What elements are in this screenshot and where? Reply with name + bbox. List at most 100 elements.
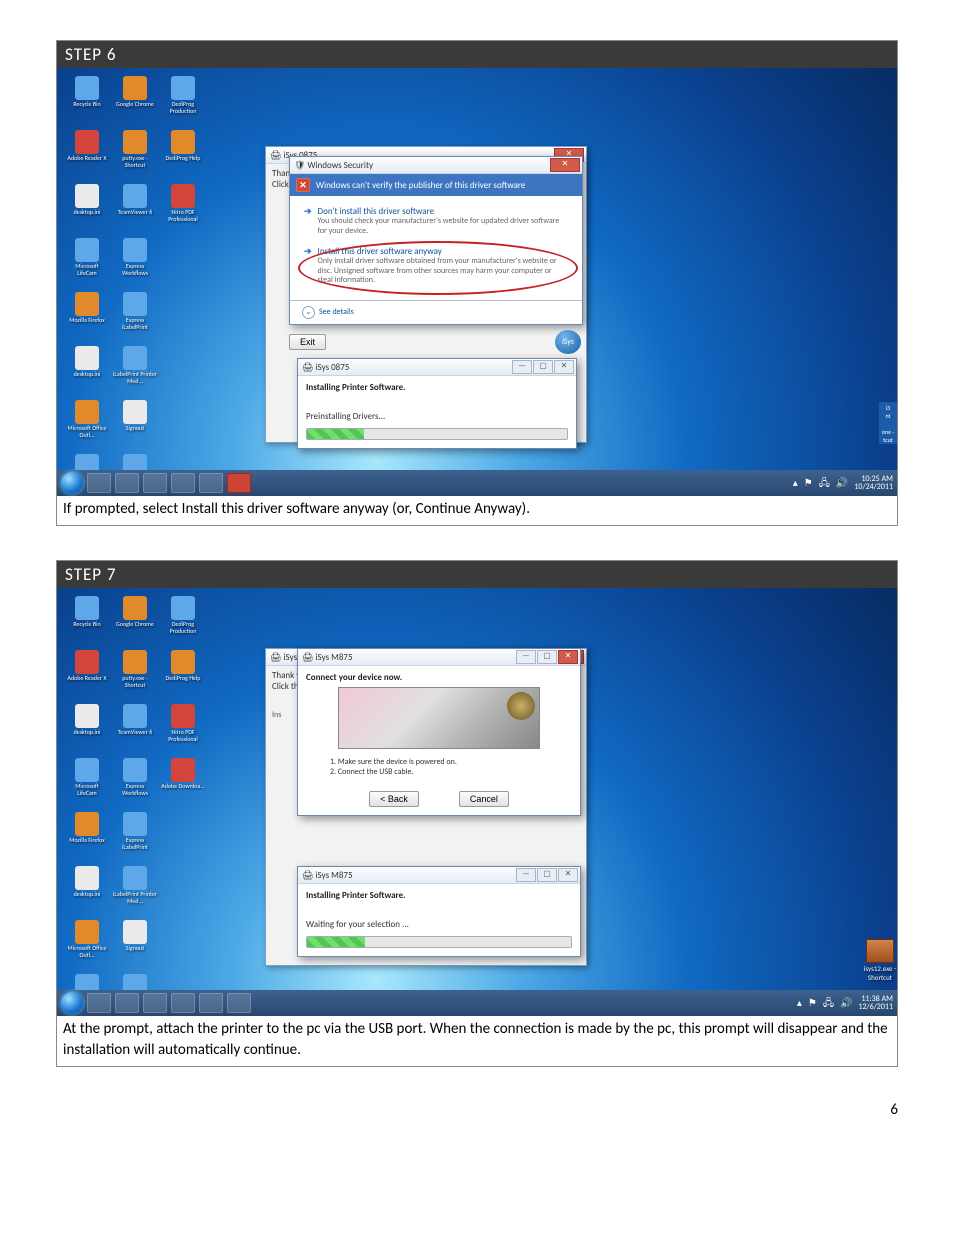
shield-small-icon: 🛡 (294, 160, 305, 171)
maximize-button[interactable]: ▢ (537, 868, 557, 882)
tray-up-icon[interactable]: ▴ (793, 478, 798, 488)
desktop-icon[interactable]: DediProg Help (161, 650, 205, 700)
desktop-icon[interactable]: Google Chrome (113, 76, 157, 126)
desktop-icon[interactable]: Adobe Reader X (65, 130, 109, 180)
desktop-icon[interactable]: Express iLabelPrint (113, 292, 157, 342)
taskbar-item[interactable] (115, 993, 139, 1013)
taskbar-item[interactable] (171, 473, 195, 493)
taskbar-item[interactable] (115, 473, 139, 493)
printer-icon: 🖨 (270, 150, 281, 161)
desktop-icon[interactable]: Express Workflows (113, 238, 157, 288)
security-option-dont-install[interactable]: ➔ Don't install this driver software You… (304, 206, 568, 236)
desktop-icon[interactable]: Express Workflows (113, 758, 157, 808)
minimize-button[interactable]: — (516, 650, 536, 664)
back-button[interactable]: < Back (369, 791, 419, 807)
flag-icon[interactable]: ⚑ (804, 478, 813, 488)
ilabelprint-icon (123, 812, 147, 836)
desktop-icon[interactable]: Recycle Bin (65, 596, 109, 646)
exit-button[interactable]: Exit (289, 334, 326, 350)
taskbar-clock[interactable]: 10:25 AM 10/24/2011 (854, 475, 893, 491)
desktop-icon[interactable]: Signout (113, 400, 157, 450)
taskbar-item[interactable] (199, 473, 223, 493)
security-titlebar[interactable]: 🛡 Windows Security ✕ (290, 157, 582, 174)
dediprog-help-icon (171, 650, 195, 674)
desktop-icon[interactable]: Google Chrome (113, 596, 157, 646)
taskbar-item[interactable] (227, 473, 251, 493)
desktop-icon[interactable]: Microsoft Office Outl... (65, 400, 109, 450)
desktop-icon[interactable]: desktop.ini (65, 866, 109, 916)
taskbar-item[interactable] (87, 993, 111, 1013)
dialog-title: iSys 0875 (315, 362, 349, 373)
volume-icon[interactable]: 🔊 (840, 998, 852, 1008)
taskbar-item[interactable] (199, 993, 223, 1013)
desktop-icon[interactable]: Nitro PDF Professional (161, 184, 205, 234)
start-button[interactable] (61, 472, 83, 494)
desktop-icon[interactable]: Mozilla Firefox (65, 292, 109, 342)
taskbar-item[interactable] (87, 473, 111, 493)
desktop-icon[interactable]: desktop.ini (65, 184, 109, 234)
teamviewer-icon (123, 184, 147, 208)
desktop-icon[interactable]: Express iLabelPrint (113, 812, 157, 862)
dediprog-icon (171, 76, 195, 100)
minimize-button[interactable]: — (512, 360, 532, 374)
desktop-icon[interactable]: Nitro PDF Professional (161, 704, 205, 754)
desktop-icon[interactable]: TeamViewer 6 (113, 184, 157, 234)
desktop-icon[interactable]: desktop.ini (65, 346, 109, 396)
desktop-icon[interactable]: DediProg Production (161, 596, 205, 646)
desktop-icon[interactable]: Adobe Reader X (65, 650, 109, 700)
outlook-icon (75, 920, 99, 944)
desktop-icon[interactable]: DediProg Production (161, 76, 205, 126)
close-button[interactable]: ✕ (558, 868, 578, 882)
adobe-reader-icon (75, 650, 99, 674)
desktop-icon[interactable]: Recycle Bin (65, 76, 109, 126)
network-icon[interactable]: 🖧 (823, 998, 834, 1008)
desktop-icon[interactable]: desktop.ini (65, 704, 109, 754)
close-button[interactable]: ✕ (550, 158, 580, 172)
windows-taskbar: ▴ ⚑ 🖧 🔊 10:25 AM 10/24/2011 (57, 470, 897, 496)
outlook-icon (75, 400, 99, 424)
desktop-icon[interactable]: Mozilla Firefox (65, 812, 109, 862)
cancel-button[interactable]: Cancel (459, 791, 509, 807)
maximize-button[interactable]: ▢ (537, 650, 557, 664)
dialog-titlebar[interactable]: 🖨 iSys 0875 — ▢ ✕ (298, 359, 576, 376)
dialog-titlebar[interactable]: 🖨 iSys M875 — ▢ ✕ (298, 649, 580, 666)
installing-headline: Installing Printer Software. (306, 382, 568, 393)
volume-icon[interactable]: 🔊 (836, 478, 848, 488)
taskbar-item[interactable] (227, 993, 251, 1013)
minimize-button[interactable]: — (516, 868, 536, 882)
desktop-icon[interactable]: Microsoft Office Outl... (65, 920, 109, 970)
dialog-title: iSys M875 (315, 652, 352, 663)
installing-status: Waiting for your selection ... (306, 919, 572, 930)
desktop-icon[interactable]: Adobe Downloa... (161, 758, 205, 808)
desktop-icon[interactable]: iLabelPrint Printer Med... (113, 866, 157, 916)
badge-icon (866, 939, 894, 963)
cropped-edge-badge: i3 nt one - tcut (879, 402, 897, 444)
maximize-button[interactable]: ▢ (533, 360, 553, 374)
desktop-icon[interactable]: iLabelPrint Printer Med... (113, 346, 157, 396)
desktop-icon[interactable]: putty.exe - Shortcut (113, 650, 157, 700)
flag-icon[interactable]: ⚑ (808, 998, 817, 1008)
taskbar-clock[interactable]: 11:38 AM 12/6/2011 (858, 995, 893, 1011)
close-button[interactable]: ✕ (558, 650, 578, 664)
desktop-icon[interactable]: Microsoft LifeCam (65, 238, 109, 288)
desktop-icon[interactable]: Signout (113, 920, 157, 970)
desktop-icon[interactable]: TeamViewer 6 (113, 704, 157, 754)
desktop-icon[interactable]: putty.exe - Shortcut (113, 130, 157, 180)
taskbar-item[interactable] (171, 993, 195, 1013)
start-button[interactable] (61, 992, 83, 1014)
printer-icon: 🖨 (270, 652, 281, 663)
desktop-icon-empty (161, 812, 205, 862)
see-details-toggle[interactable]: ⌄ See details (290, 300, 582, 324)
close-button[interactable]: ✕ (554, 360, 574, 374)
taskbar-item[interactable] (143, 993, 167, 1013)
firefox-icon (75, 292, 99, 316)
tray-up-icon[interactable]: ▴ (797, 998, 802, 1008)
desktop-icon[interactable]: Microsoft LifeCam (65, 758, 109, 808)
dialog-titlebar[interactable]: 🖨 iSys M875 — ▢ ✕ (298, 867, 580, 884)
security-option-install-anyway[interactable]: ➔ Install this driver software anyway On… (304, 246, 568, 286)
taskbar-item[interactable] (143, 473, 167, 493)
network-icon[interactable]: 🖧 (819, 478, 830, 488)
isys12-shortcut-icon[interactable]: isys12.exe - Shortcut (863, 939, 897, 982)
dediprog-icon (171, 596, 195, 620)
desktop-icon[interactable]: DediProg Help (161, 130, 205, 180)
